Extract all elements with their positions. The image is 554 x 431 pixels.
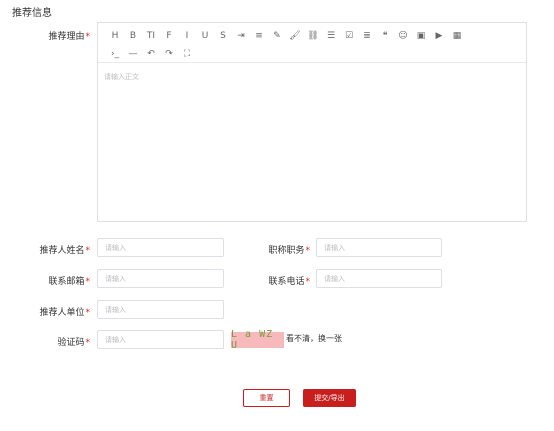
recommender-name-label: 推荐人姓名* [20,243,90,256]
undo-icon[interactable]: ↶ [142,46,160,61]
underline-icon[interactable]: U [196,28,214,43]
divider-icon[interactable]: — [124,46,142,61]
heading-icon[interactable]: H [106,28,124,43]
reason-label: 推荐理由* [40,29,90,42]
text-color-icon[interactable]: ✎ [268,28,286,43]
toolbar-row-1: H B TI F I U S ⇥ ≡ ✎ 🖌 ⛓ ☰ ☑ ≣ ❝ ☺ ▣ ▶ ▦ [106,28,466,43]
job-title-label-text: 职称职务 [268,246,305,256]
image-icon[interactable]: ▣ [412,28,430,43]
email-label-text: 联系邮箱 [48,277,85,287]
font-size-icon[interactable]: TI [142,28,160,43]
email-input[interactable] [97,269,224,288]
captcha-refresh-link[interactable]: 看不清，换一张 [286,333,342,344]
quote-icon[interactable]: ❝ [376,28,394,43]
align-icon[interactable]: ≡ [250,28,268,43]
required-mark: * [305,246,311,256]
job-title-input[interactable] [316,238,442,257]
fullscreen-icon[interactable]: ⛶ [178,46,196,61]
required-mark: * [305,277,311,287]
list-icon[interactable]: ☰ [322,28,340,43]
required-mark: * [85,338,91,348]
editor-placeholder: 请输入正文 [104,73,139,81]
phone-label-text: 联系电话 [268,277,305,287]
background-color-icon[interactable]: 🖌 [286,28,304,43]
captcha-image[interactable]: L a WZ U [231,329,284,351]
job-title-label: 职称职务* [250,243,310,256]
section-title: 推荐信息 [12,8,52,19]
recommender-name-label-text: 推荐人姓名 [39,246,85,256]
justify-icon[interactable]: ≣ [358,28,376,43]
video-icon[interactable]: ▶ [430,28,448,43]
link-icon[interactable]: ⛓ [304,28,322,43]
required-mark: * [85,308,91,318]
captcha-label: 验证码* [20,335,90,348]
table-icon[interactable]: ▦ [448,28,466,43]
emoticon-icon[interactable]: ☺ [394,28,412,43]
todo-icon[interactable]: ☑ [340,28,358,43]
bold-icon[interactable]: B [124,28,142,43]
captcha-label-text: 验证码 [57,338,85,348]
toolbar-row-2: ›_ — ↶ ↷ ⛶ [106,46,196,61]
organization-label: 推荐人单位* [20,305,90,318]
required-mark: * [85,32,91,42]
email-label: 联系邮箱* [20,274,90,287]
captcha-input[interactable] [97,330,224,349]
indent-icon[interactable]: ⇥ [232,28,250,43]
required-mark: * [85,246,91,256]
required-mark: * [85,277,91,287]
reset-button[interactable]: 重置 [243,389,290,407]
submit-export-button[interactable]: 提交/导出 [303,389,356,407]
italic-icon[interactable]: I [178,28,196,43]
font-family-icon[interactable]: F [160,28,178,43]
reason-label-text: 推荐理由 [48,32,85,42]
organization-input[interactable] [97,300,224,319]
phone-label: 联系电话* [250,274,310,287]
recommender-name-input[interactable] [97,238,224,257]
redo-icon[interactable]: ↷ [160,46,178,61]
phone-input[interactable] [316,269,442,288]
editor-toolbar: H B TI F I U S ⇥ ≡ ✎ 🖌 ⛓ ☰ ☑ ≣ ❝ ☺ ▣ ▶ ▦ ›_ — ↶ ↷ ⛶ [98,23,526,63]
code-icon[interactable]: ›_ [106,46,124,61]
rich-text-editor[interactable]: H B TI F I U S ⇥ ≡ ✎ 🖌 ⛓ ☰ ☑ ≣ ❝ ☺ ▣ ▶ ▦ ›_ — ↶ ↷ ⛶ 请输入正文 [97,22,527,222]
organization-label-text: 推荐人单位 [39,308,85,318]
strikethrough-icon[interactable]: S [214,28,232,43]
